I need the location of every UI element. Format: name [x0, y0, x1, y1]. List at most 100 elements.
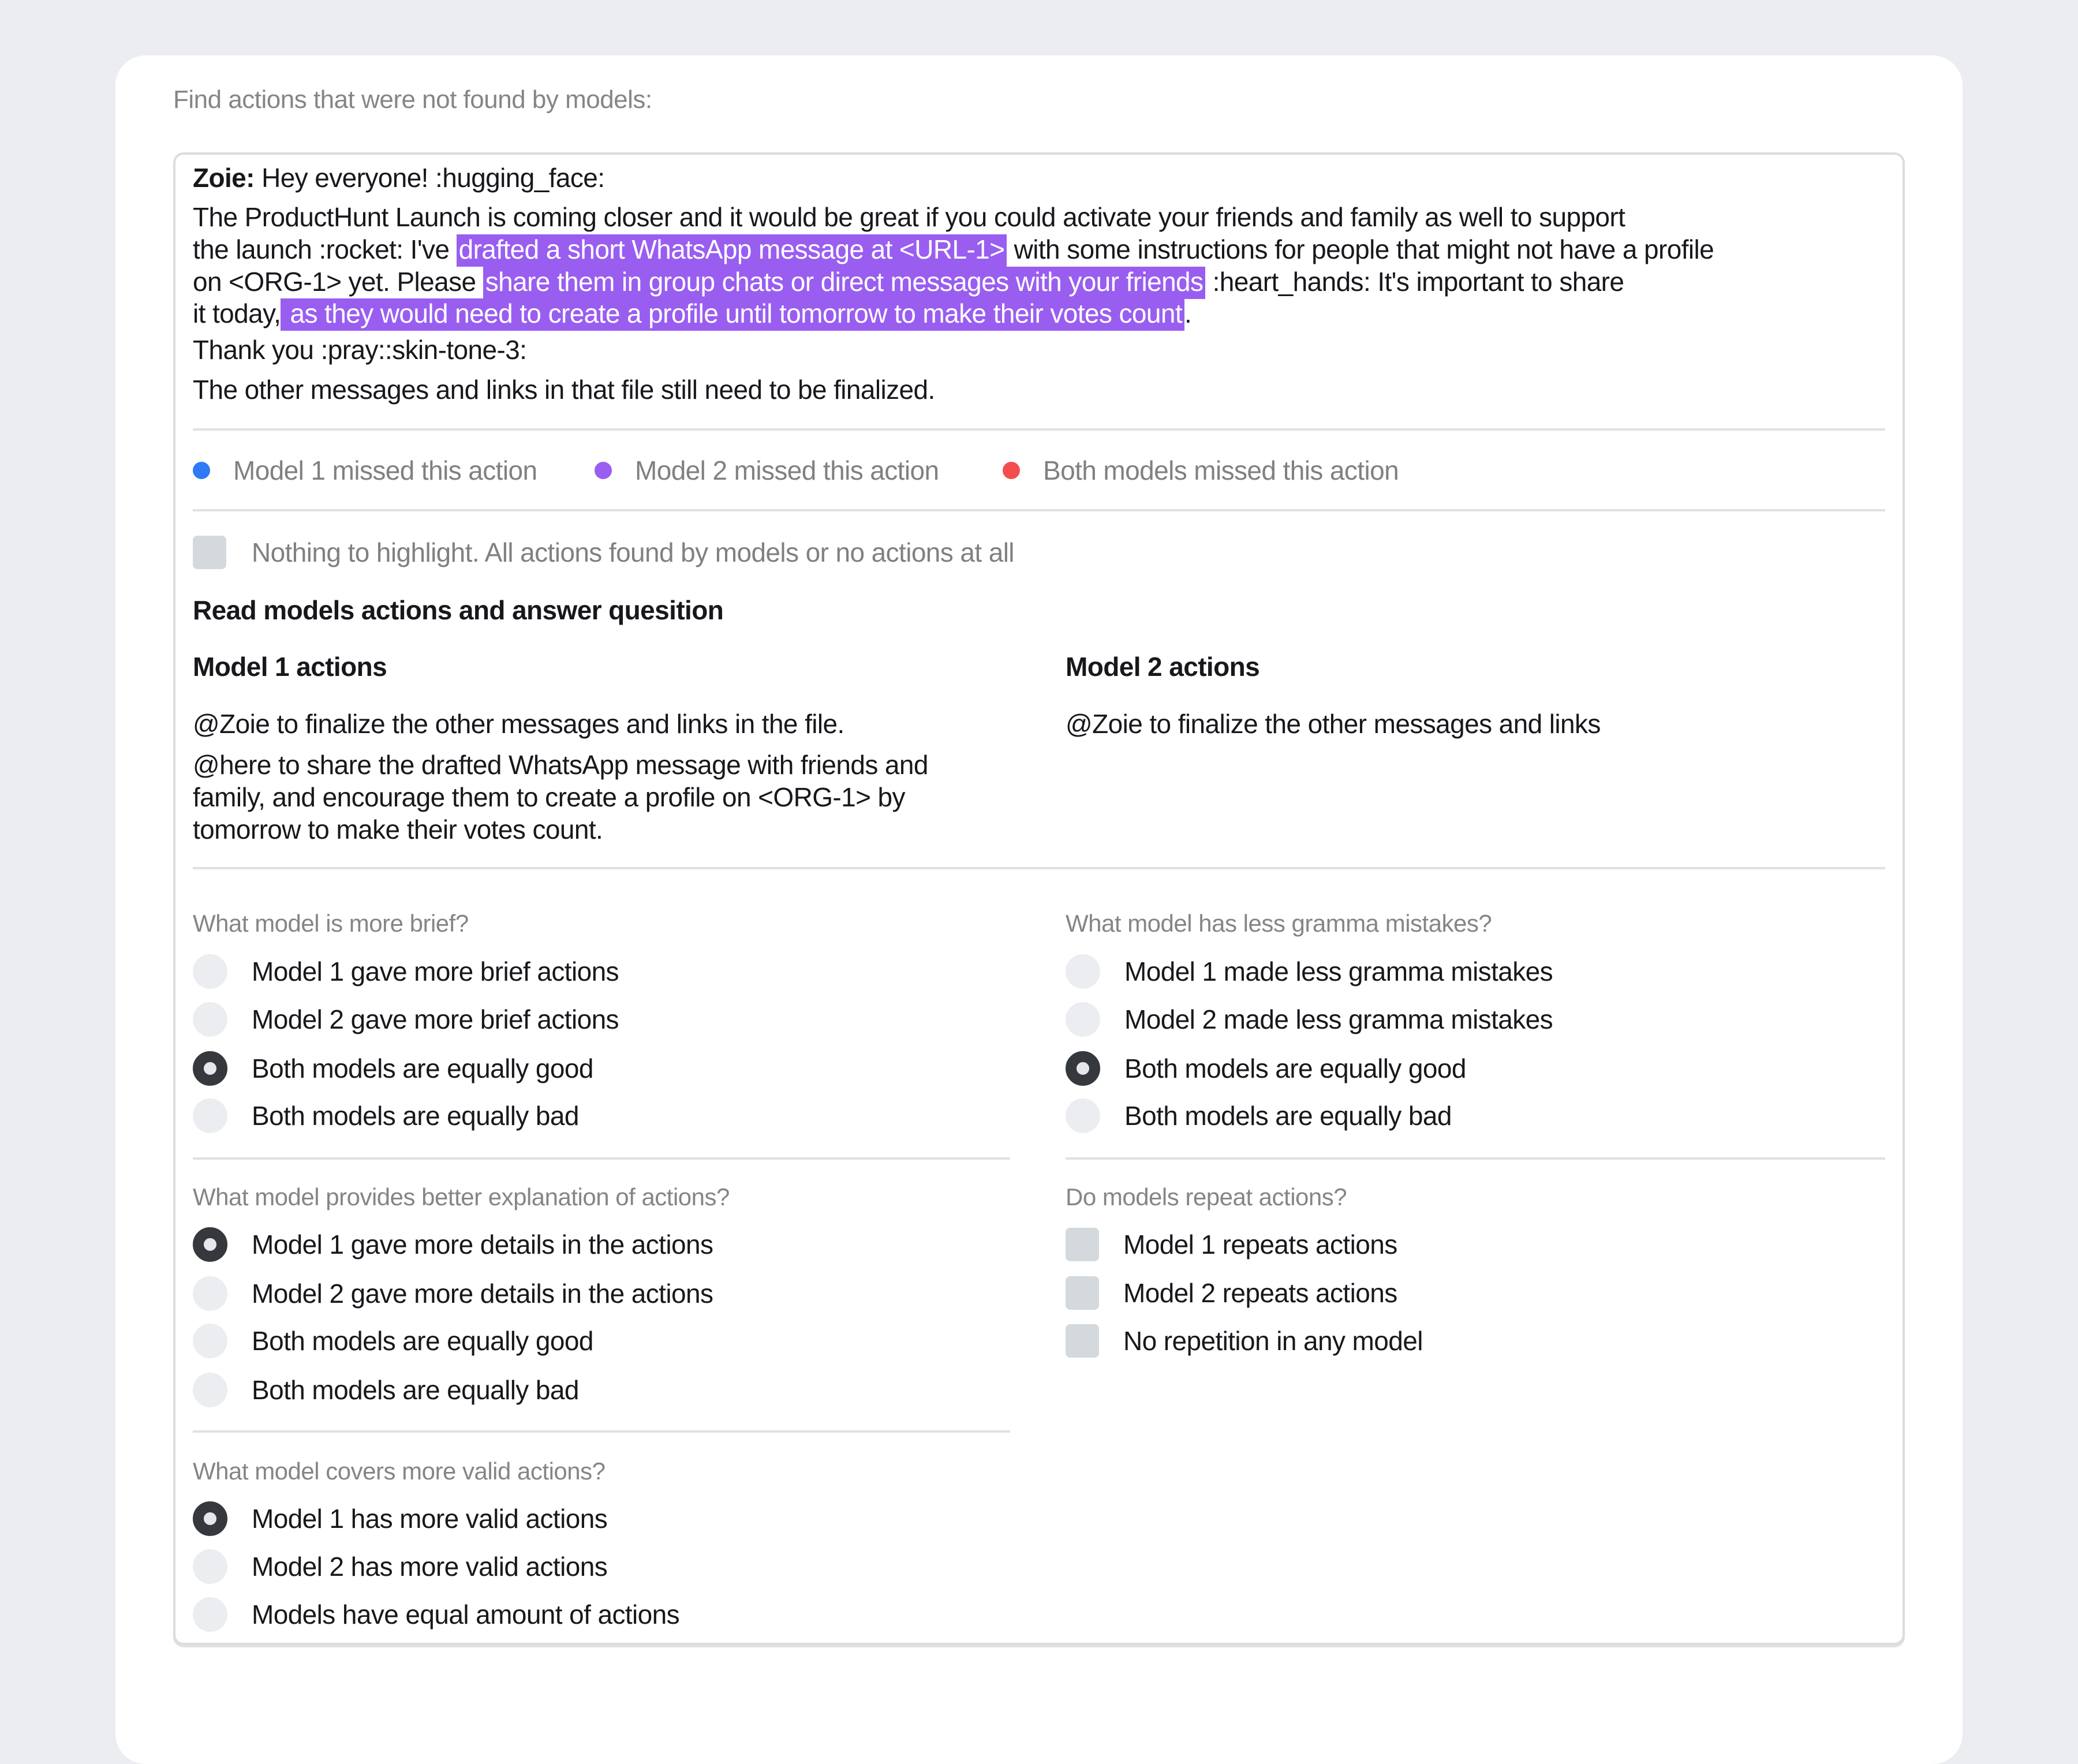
- option-label: Model 1 gave more brief actions: [252, 956, 619, 986]
- radio-option[interactable]: Both models are equally bad: [193, 1098, 579, 1133]
- radio-option[interactable]: Model 2 gave more details in the actions: [193, 1276, 713, 1311]
- message-text: .: [1184, 298, 1192, 328]
- option-label: Both models are equally good: [1124, 1053, 1466, 1083]
- radio-icon[interactable]: [193, 1549, 227, 1584]
- radio-icon[interactable]: [1066, 1002, 1100, 1037]
- option-label: Model 2 gave more details in the actions: [252, 1279, 713, 1309]
- radio-icon[interactable]: [193, 1324, 227, 1358]
- legend-model2[interactable]: Model 2 missed this action: [595, 455, 939, 486]
- radio-option-selected[interactable]: Model 1 has more valid actions: [193, 1501, 608, 1536]
- option-label: Models have equal amount of actions: [252, 1599, 680, 1630]
- message-greeting: Hey everyone! :hugging_face:: [254, 163, 605, 193]
- highlight-span[interactable]: drafted a short WhatsApp message at <URL…: [456, 234, 1007, 267]
- model1-heading: Model 1 actions: [193, 652, 387, 682]
- message-text: it today,: [193, 298, 281, 328]
- divider: [193, 428, 1885, 431]
- divider: [193, 509, 1885, 511]
- divider: [193, 1430, 1010, 1433]
- radio-option[interactable]: Model 1 made less gramma mistakes: [1066, 954, 1553, 989]
- radio-option[interactable]: Model 2 gave more brief actions: [193, 1002, 619, 1037]
- model2-heading: Model 2 actions: [1066, 652, 1260, 682]
- checkbox-box[interactable]: [1066, 1324, 1099, 1358]
- radio-option-selected[interactable]: Model 1 gave more details in the actions: [193, 1227, 713, 1262]
- radio-icon[interactable]: [193, 954, 227, 989]
- checkbox-option[interactable]: Model 2 repeats actions: [1066, 1276, 1397, 1310]
- highlight-span[interactable]: as they would need to create a profile u…: [281, 298, 1185, 331]
- legend-label: Model 2 missed this action: [635, 455, 939, 485]
- radio-selected-icon[interactable]: [1066, 1051, 1100, 1086]
- question-repeat-label: Do models repeat actions?: [1066, 1183, 1347, 1210]
- radio-option[interactable]: Model 1 gave more brief actions: [193, 954, 619, 989]
- checkbox-label: Nothing to highlight. All actions found …: [252, 537, 1015, 567]
- radio-option[interactable]: Model 2 made less gramma mistakes: [1066, 1002, 1553, 1037]
- question-valid-label: What model covers more valid actions?: [193, 1457, 606, 1485]
- model1-action: @Zoie to finalize the other messages and…: [193, 709, 844, 739]
- question-grammar-label: What model has less gramma mistakes?: [1066, 910, 1492, 937]
- message-text: :heart_hands: It's important to share: [1205, 267, 1624, 297]
- radio-icon[interactable]: [193, 1276, 227, 1311]
- checkbox-option[interactable]: No repetition in any model: [1066, 1324, 1423, 1358]
- divider: [193, 1157, 1010, 1160]
- message-line-3: on <ORG-1> yet. Please share them in gro…: [193, 266, 1624, 299]
- radio-option[interactable]: Both models are equally good: [193, 1324, 593, 1358]
- message-thanks: Thank you :pray::skin-tone-3:: [193, 335, 527, 365]
- radio-option[interactable]: Both models are equally bad: [193, 1373, 579, 1407]
- checkbox-option[interactable]: Model 1 repeats actions: [1066, 1228, 1397, 1261]
- legend-label: Model 1 missed this action: [233, 455, 537, 485]
- message-author: Zoie:: [193, 163, 255, 193]
- checkbox-box[interactable]: [1066, 1276, 1099, 1310]
- option-label: Model 2 has more valid actions: [252, 1552, 608, 1582]
- legend-model1[interactable]: Model 1 missed this action: [193, 455, 537, 486]
- radio-option-selected[interactable]: Both models are equally good: [1066, 1051, 1466, 1086]
- message-text: the launch :rocket: I've: [193, 234, 457, 264]
- radio-selected-icon[interactable]: [193, 1501, 227, 1536]
- checkbox-box[interactable]: [193, 536, 226, 569]
- radio-selected-icon[interactable]: [193, 1051, 227, 1086]
- divider: [1066, 1157, 1885, 1160]
- radio-option-selected[interactable]: Both models are equally good: [193, 1051, 593, 1086]
- radio-option[interactable]: Model 2 has more valid actions: [193, 1549, 608, 1584]
- radio-selected-icon[interactable]: [193, 1227, 227, 1262]
- option-label: Model 1 made less gramma mistakes: [1124, 956, 1553, 986]
- message-line-2: the launch :rocket: I've drafted a short…: [193, 233, 1714, 267]
- highlight-span[interactable]: share them in group chats or direct mess…: [483, 267, 1206, 299]
- option-label: Both models are equally bad: [1124, 1101, 1452, 1131]
- message-text: on <ORG-1> yet. Please: [193, 267, 483, 297]
- option-label: Model 1 has more valid actions: [252, 1504, 608, 1534]
- message-line-4: it today, as they would need to create a…: [193, 297, 1192, 331]
- legend-label: Both models missed this action: [1043, 455, 1399, 485]
- option-label: Model 2 gave more brief actions: [252, 1004, 619, 1034]
- option-label: Model 2 made less gramma mistakes: [1124, 1004, 1553, 1034]
- option-label: Both models are equally bad: [252, 1375, 579, 1405]
- radio-icon[interactable]: [193, 1373, 227, 1407]
- divider: [193, 867, 1885, 869]
- radio-icon[interactable]: [193, 1098, 227, 1133]
- section-label: Find actions that were not found by mode…: [173, 85, 652, 114]
- message-text: with some instructions for people that m…: [1007, 234, 1714, 264]
- model2-action: @Zoie to finalize the other messages and…: [1066, 709, 1601, 739]
- radio-icon[interactable]: [193, 1597, 227, 1632]
- read-heading: Read models actions and answer quesition: [193, 595, 724, 625]
- purple-dot-icon: [595, 462, 612, 479]
- option-label: Model 2 repeats actions: [1123, 1278, 1397, 1308]
- option-label: Model 1 repeats actions: [1123, 1229, 1397, 1260]
- radio-icon[interactable]: [1066, 1098, 1100, 1133]
- question-explanation-label: What model provides better explanation o…: [193, 1183, 730, 1210]
- option-label: Both models are equally good: [252, 1053, 593, 1083]
- question-brief-label: What model is more brief?: [193, 910, 469, 937]
- legend-both[interactable]: Both models missed this action: [1003, 455, 1399, 486]
- radio-icon[interactable]: [1066, 954, 1100, 989]
- message-closing: The other messages and links in that fil…: [193, 375, 935, 405]
- option-label: Both models are equally bad: [252, 1101, 579, 1131]
- radio-option[interactable]: Both models are equally bad: [1066, 1098, 1452, 1133]
- radio-option[interactable]: Models have equal amount of actions: [193, 1597, 680, 1632]
- blue-dot-icon: [193, 462, 210, 479]
- option-label: Model 1 gave more details in the actions: [252, 1229, 713, 1260]
- nothing-to-highlight-checkbox[interactable]: Nothing to highlight. All actions found …: [193, 536, 1015, 569]
- message-line-1: The ProductHunt Launch is coming closer …: [193, 202, 1625, 232]
- message-greeting-line: Zoie: Hey everyone! :hugging_face:: [193, 162, 605, 194]
- checkbox-box[interactable]: [1066, 1228, 1099, 1261]
- red-dot-icon: [1003, 462, 1020, 479]
- radio-icon[interactable]: [193, 1002, 227, 1037]
- option-label: No repetition in any model: [1123, 1326, 1423, 1356]
